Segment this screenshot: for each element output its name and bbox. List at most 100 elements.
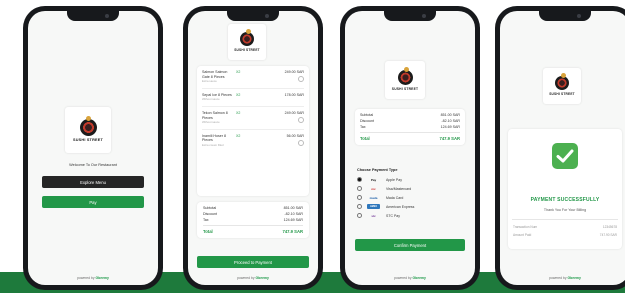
- powered-by: powered by Gbeemy: [188, 276, 318, 280]
- summary-label: Discount: [360, 119, 374, 123]
- summary-value: 124.69 SAR: [440, 125, 460, 129]
- logo-emblem-icon: [79, 115, 97, 136]
- mada-icon: mada: [367, 195, 380, 200]
- logo-emblem-icon: [240, 29, 254, 46]
- order-screen: SUSHI STREET Salmon Salmon Gate 8 Pieces…: [188, 11, 318, 285]
- powered-brand: Gbeemy: [255, 276, 269, 280]
- stc-pay-icon: stc: [367, 213, 380, 218]
- mada-icon-text: mada: [369, 195, 378, 200]
- total-row: Total 747.9 SAR: [203, 229, 303, 234]
- item-qty: X2: [236, 110, 241, 115]
- detail-value: 747.90 SAR: [599, 233, 617, 237]
- summary-label: Discount: [203, 212, 217, 216]
- payment-option-visa-mastercard[interactable]: mc Visa/Mastercard: [357, 184, 465, 193]
- summary-label: Tax: [203, 218, 209, 222]
- order-summary-card: Subtotal 851.00 SAR Discount -82.10 SAR Ta…: [197, 202, 309, 238]
- apple-pay-icon-text: Pay: [370, 177, 377, 182]
- phone-success: SUSHI STREET PAYMENT SUCCESSFULLY Thank …: [495, 6, 625, 290]
- success-title: PAYMENT SUCCESSFULLY: [530, 197, 600, 203]
- logo-emblem-icon: [555, 73, 569, 90]
- payment-option-stc-pay[interactable]: stc STC Pay: [357, 211, 465, 220]
- success-check-icon: [552, 143, 578, 169]
- restaurant-logo: SUSHI STREET: [543, 68, 581, 104]
- total-label: Total: [203, 229, 213, 234]
- stc-pay-icon-text: stc: [371, 213, 376, 218]
- radio-icon[interactable]: [357, 195, 362, 200]
- payment-options-list: Pay Apple Pay mc Visa/Mastercard mada Ma…: [357, 175, 465, 220]
- item-price: 56.00 SAR: [286, 133, 304, 138]
- summary-row: Subtotal 851.00 SAR: [360, 113, 460, 117]
- phone-payment: SUSHI STREET Subtotal 851.00 SAR Discount…: [340, 6, 480, 290]
- payment-type-heading: Choose Payment Type: [357, 168, 398, 172]
- thank-you-text: Thank You For Your Billing: [543, 208, 587, 212]
- mastercard-icon-text: mc: [371, 186, 376, 191]
- item-name: Inamili Hoser 8 Pieces: [202, 133, 226, 143]
- powered-prefix: powered by: [237, 276, 255, 280]
- phone-notch: [539, 11, 591, 21]
- apple-pay-icon: Pay: [367, 177, 380, 182]
- summary-value: -82.10 SAR: [441, 119, 460, 123]
- item-note: Extra sauce: [202, 79, 217, 84]
- summary-value: 124.69 SAR: [283, 218, 303, 222]
- order-item[interactable]: Sepal Ice 8 Pieces Without sauce X2 178.0…: [202, 89, 304, 107]
- proceed-to-payment-button[interactable]: Proceed to Payment: [197, 256, 309, 268]
- item-note: Extra cream filled: [202, 142, 224, 147]
- radio-icon[interactable]: [357, 213, 362, 218]
- phone-notch: [227, 11, 279, 21]
- payment-option-mada[interactable]: mada Mada Card: [357, 193, 465, 202]
- summary-value: 851.00 SAR: [283, 206, 303, 210]
- powered-by: powered by Gbeemy: [345, 276, 475, 280]
- order-items-card: Salmon Salmon Gate 8 Pieces Extra sauce X…: [197, 66, 309, 196]
- explore-menu-button[interactable]: Explore Menu: [42, 176, 144, 188]
- item-price: 249.00 SAR: [284, 70, 304, 74]
- summary-divider: [360, 132, 460, 133]
- item-name: Sepal Ice 8 Pieces: [202, 92, 232, 97]
- payment-screen: SUSHI STREET Subtotal 851.00 SAR Discount…: [345, 11, 475, 285]
- welcome-screen: SUSHI STREET Welcome To Our Restaurant E…: [28, 11, 158, 285]
- summary-value: 851.00 SAR: [440, 113, 460, 117]
- item-radio-icon[interactable]: [298, 139, 304, 146]
- item-radio-icon[interactable]: [298, 116, 304, 123]
- summary-row: Discount -82.10 SAR: [360, 119, 460, 123]
- item-name: Salmon Salmon Gate 8 Pieces: [202, 70, 228, 79]
- item-qty: X2: [236, 92, 241, 97]
- payment-option-amex[interactable]: AMEX American Express: [357, 202, 465, 211]
- success-card: PAYMENT SUCCESSFULLY Thank You For Your …: [508, 129, 622, 249]
- phone-notch: [384, 11, 436, 21]
- item-qty: X2: [236, 133, 241, 138]
- confirm-payment-button[interactable]: Confirm Payment: [355, 239, 465, 251]
- item-note: Without sauce: [202, 120, 220, 125]
- item-qty: X2: [236, 70, 241, 74]
- amex-icon: AMEX: [367, 204, 380, 209]
- order-item[interactable]: Salmon Salmon Gate 8 Pieces Extra sauce X…: [202, 66, 304, 89]
- item-radio-icon[interactable]: [298, 76, 304, 82]
- detail-label: Amount Paid: [513, 233, 532, 237]
- phone-notch: [67, 11, 119, 21]
- transaction-row: Transaction Num 12345678: [513, 225, 617, 229]
- powered-by: powered by Gbeemy: [500, 276, 625, 280]
- radio-icon[interactable]: [357, 186, 362, 191]
- radio-selected-icon[interactable]: [357, 177, 362, 182]
- logo-text: SUSHI STREET: [234, 48, 260, 52]
- summary-value: -82.10 SAR: [284, 212, 303, 216]
- payment-option-apple-pay[interactable]: Pay Apple Pay: [357, 175, 465, 184]
- order-item[interactable]: Tekon Salmon 8 Pieces Without sauce X2 24…: [202, 107, 304, 130]
- restaurant-logo: SUSHI STREET: [228, 24, 266, 60]
- radio-icon[interactable]: [357, 204, 362, 209]
- powered-by: powered by Gbeemy: [28, 276, 158, 280]
- powered-prefix: powered by: [77, 276, 95, 280]
- logo-text: SUSHI STREET: [391, 86, 419, 91]
- payment-option-label: Apple Pay: [386, 177, 402, 182]
- phone-order: SUSHI STREET Salmon Salmon Gate 8 Pieces…: [183, 6, 323, 290]
- powered-brand: Gbeemy: [95, 276, 109, 280]
- total-row: Total 747.9 SAR: [360, 136, 460, 141]
- restaurant-logo: SUSHI STREET: [65, 107, 111, 153]
- amount-row: Amount Paid 747.90 SAR: [513, 233, 617, 237]
- order-item[interactable]: Inamili Hoser 8 Pieces Extra cream filled…: [202, 130, 304, 152]
- item-note: Without sauce: [202, 97, 220, 102]
- welcome-text: Welcome To Our Restaurant: [69, 163, 117, 167]
- pay-button[interactable]: Pay: [42, 196, 144, 208]
- success-screen: SUSHI STREET PAYMENT SUCCESSFULLY Thank …: [500, 11, 625, 285]
- item-price: 178.00 SAR: [284, 92, 304, 97]
- logo-text: SUSHI STREET: [72, 137, 104, 142]
